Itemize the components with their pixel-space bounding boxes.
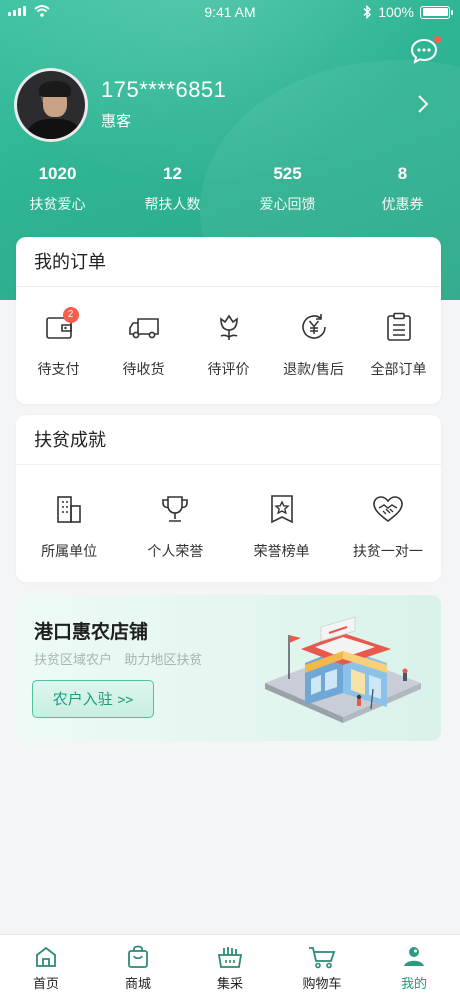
- stat-label: 爱心回馈: [259, 197, 316, 213]
- avatar[interactable]: [14, 68, 88, 142]
- list-icon: [386, 312, 411, 341]
- achievement-personal-honor[interactable]: 个人荣誉: [122, 489, 228, 561]
- achievement-label: 荣誉榜单: [253, 544, 310, 560]
- tab-home[interactable]: 首页: [0, 935, 92, 996]
- tab-group-buy[interactable]: 集采: [184, 935, 276, 996]
- status-bar: 9:41 AM 100%: [0, 0, 460, 26]
- order-label: 待收货: [122, 362, 165, 378]
- farm-store-banner[interactable]: 港口惠农店铺 扶贫区域农户 助力地区扶贫 农户入驻 >>: [16, 595, 441, 741]
- battery-percent: 100%: [378, 4, 414, 20]
- order-label: 待支付: [37, 362, 80, 378]
- user-phone: 175****6851: [101, 77, 227, 102]
- chevron-right-icon[interactable]: [416, 94, 430, 114]
- achievement-label: 所属单位: [41, 544, 98, 560]
- order-pending-payment[interactable]: 2 待支付: [16, 307, 101, 379]
- tab-label: 商城: [124, 977, 151, 992]
- stat-love-feedback[interactable]: 525 爱心回馈: [230, 164, 345, 214]
- order-label: 退款/售后: [283, 362, 344, 378]
- order-pending-review[interactable]: 待评价: [186, 307, 271, 379]
- battery-icon: [420, 5, 453, 19]
- order-badge: 2: [62, 307, 79, 323]
- farmer-join-label: 农户入驻: [52, 690, 113, 708]
- tab-label: 集采: [216, 977, 243, 992]
- unread-dot: [434, 36, 441, 43]
- cart-icon: [309, 947, 336, 969]
- achievement-one-on-one[interactable]: 扶贫一对一: [335, 489, 441, 561]
- order-label: 全部订单: [370, 362, 427, 378]
- stat-value: 1020: [38, 164, 77, 183]
- tab-mine[interactable]: 我的: [368, 935, 460, 996]
- shopping-bag-icon: [128, 945, 148, 968]
- order-pending-receipt[interactable]: 待收货: [101, 307, 186, 379]
- basket-icon: [217, 947, 243, 968]
- bottom-tab-bar: 首页 商城 集采 购物车 我的: [0, 934, 460, 996]
- achievement-honor-board[interactable]: 荣誉榜单: [229, 489, 335, 561]
- order-all[interactable]: 全部订单: [356, 307, 441, 379]
- stat-poverty-love[interactable]: 1020 扶贫爱心: [0, 164, 115, 214]
- bluetooth-icon: [363, 5, 372, 19]
- achievement-label: 个人荣誉: [147, 544, 204, 560]
- message-button[interactable]: [410, 36, 441, 64]
- user-role: 惠客: [101, 112, 132, 130]
- trophy-icon: [162, 496, 189, 522]
- tab-label: 购物车: [302, 977, 342, 992]
- orders-card: 我的订单 2 待支付 待收货 待评价 退款/售后 全部订单: [16, 237, 441, 404]
- stat-helped-count[interactable]: 12 帮扶人数: [115, 164, 230, 214]
- stat-coupons[interactable]: 8 优惠券: [345, 164, 460, 214]
- building-icon: [57, 496, 81, 523]
- handshake-heart-icon: [373, 496, 403, 523]
- profile-icon: [404, 947, 424, 966]
- order-refund[interactable]: 退款/售后: [271, 307, 356, 379]
- storefront-illustration: [265, 616, 421, 723]
- banner-title: 港口惠农店铺: [34, 621, 149, 643]
- tab-label: 首页: [32, 977, 59, 992]
- truck-icon: [128, 318, 159, 339]
- order-label: 待评价: [207, 362, 250, 378]
- orders-title: 我的订单: [16, 237, 441, 287]
- achievement-label: 扶贫一对一: [352, 544, 423, 560]
- tab-label: 我的: [400, 977, 427, 992]
- tab-cart[interactable]: 购物车: [276, 935, 368, 996]
- banner-subtitle: 扶贫区域农户 助力地区扶贫: [34, 653, 203, 668]
- stat-label: 扶贫爱心: [29, 197, 86, 213]
- stats-row: 1020 扶贫爱心 12 帮扶人数 525 爱心回馈 8 优惠券: [0, 164, 460, 214]
- tab-mall[interactable]: 商城: [92, 935, 184, 996]
- stat-label: 帮扶人数: [144, 197, 201, 213]
- chat-bubble-icon: [410, 38, 438, 64]
- home-icon: [36, 946, 56, 967]
- stat-value: 8: [397, 164, 408, 183]
- farmer-join-button[interactable]: 农户入驻 >>: [32, 680, 154, 718]
- achievements-card: 扶贫成就 所属单位 个人荣誉 荣誉榜单 扶贫一对一: [16, 415, 441, 582]
- flower-icon: [219, 314, 238, 340]
- double-chevron-icon: >>: [117, 693, 134, 708]
- stat-value: 12: [163, 164, 182, 183]
- yen-refund-icon: [301, 314, 326, 339]
- achievements-title: 扶贫成就: [16, 415, 441, 465]
- stat-value: 525: [273, 164, 302, 183]
- achievement-unit[interactable]: 所属单位: [16, 489, 122, 561]
- ribbon-star-icon: [270, 495, 293, 524]
- stat-label: 优惠券: [381, 197, 424, 213]
